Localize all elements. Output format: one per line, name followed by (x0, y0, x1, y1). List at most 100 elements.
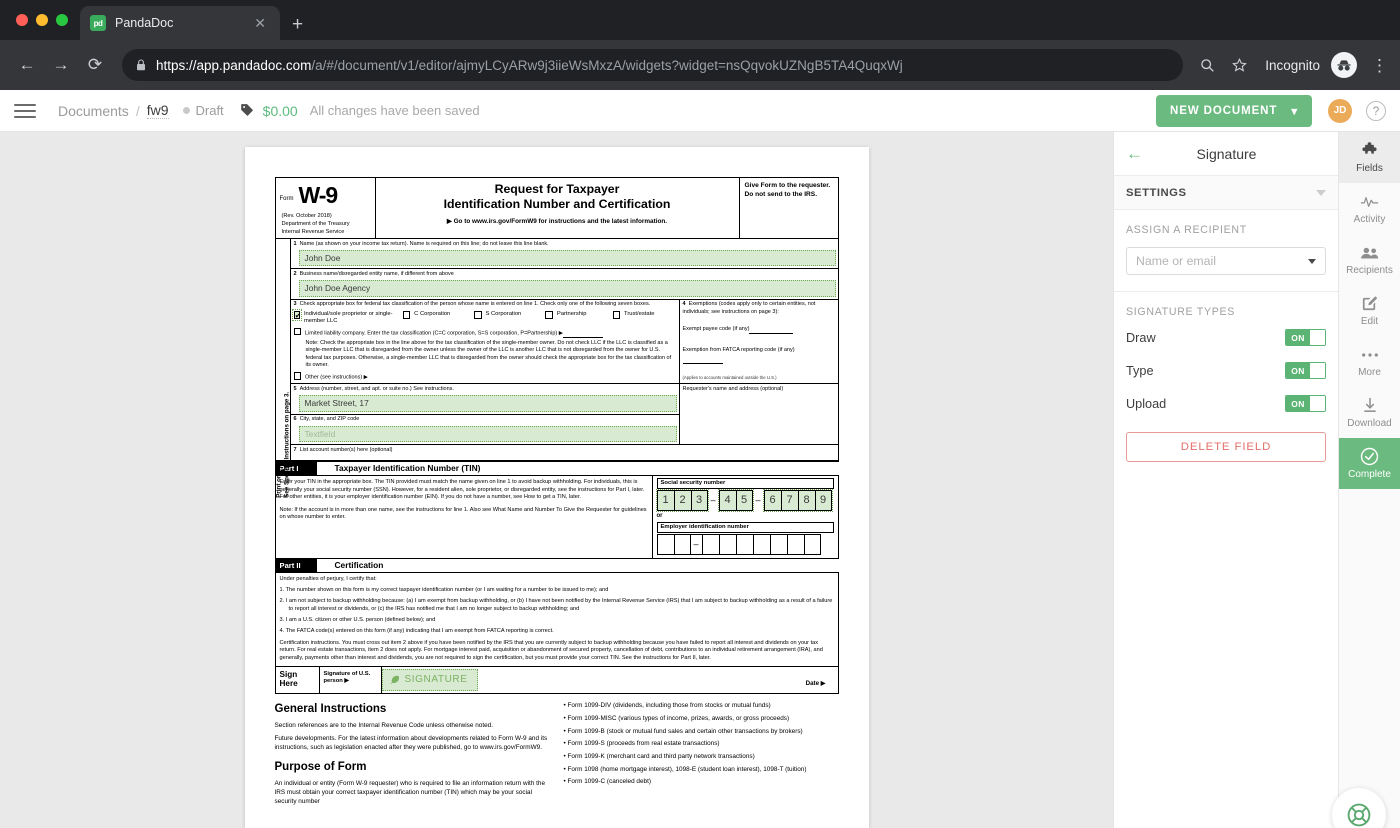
vertical-instructions: Print or type. See Specific Instructions … (275, 239, 291, 498)
rail-item-edit[interactable]: Edit (1339, 285, 1400, 336)
address-bar[interactable]: https://app.pandadoc.com/a/#/document/v1… (122, 49, 1184, 81)
search-icon[interactable] (1193, 51, 1221, 79)
new-document-button[interactable]: NEW DOCUMENT ▾ (1156, 94, 1312, 127)
ein-digit-2[interactable] (701, 534, 719, 556)
ein-digit-1[interactable] (673, 534, 691, 556)
instructions-right-column: • Form 1099-DIV (dividends, including th… (564, 701, 839, 810)
ein-digit-6[interactable] (769, 534, 787, 556)
document-canvas[interactable]: Form W-9 (Rev. October 2018) Department o… (0, 132, 1113, 828)
bookmark-star-icon[interactable] (1225, 51, 1253, 79)
chevron-down-icon (1316, 189, 1326, 196)
ssn-digit-6[interactable]: 7 (780, 490, 798, 512)
ein-digit-3[interactable] (718, 534, 736, 556)
line-2-label: Business name/disregarded entity name, i… (299, 270, 454, 277)
browser-toolbar: ← → ⟳ https://app.pandadoc.com/a/#/docum… (0, 40, 1400, 90)
form-bullet-3: • Form 1099-S (proceeds from real estate… (563, 740, 720, 748)
sign-here-label: Sign Here (276, 666, 320, 694)
ssn-digit-8[interactable]: 9 (814, 490, 832, 512)
avatar[interactable]: JD (1328, 98, 1352, 123)
breadcrumb-documents[interactable]: Documents (58, 103, 129, 119)
certification-item-0: 1. The number shown on this form is my c… (279, 586, 609, 593)
close-icon[interactable]: ✕ (250, 14, 270, 32)
llc-note: Note: Check the appropriate box in the l… (305, 340, 672, 369)
incognito-avatar-icon[interactable] (1331, 52, 1357, 78)
rail-label-recipients: Recipients (1346, 265, 1393, 276)
ssn-digit-1[interactable]: 2 (673, 490, 691, 512)
rail-item-activity[interactable]: Activity (1339, 183, 1400, 234)
checkbox-limited-liability-company[interactable] (293, 327, 301, 336)
back-arrow-icon[interactable]: ← (1126, 145, 1143, 162)
toggle-row-upload: Upload ON (1126, 395, 1326, 412)
ein-digit-8[interactable] (803, 534, 821, 556)
ssn-digit-4[interactable]: 5 (735, 490, 753, 512)
close-window-button[interactable] (16, 14, 28, 26)
exempt-fatca-label: Exemption from FATCA reporting code (if … (682, 347, 795, 354)
ssn-input-grid[interactable]: 1 2 3 – 4 5 – 6 7 8 9 (655, 489, 834, 513)
new-tab-button[interactable]: + (292, 15, 303, 34)
signature-field-label: SIGNATURE (404, 673, 468, 685)
forward-icon[interactable]: → (46, 50, 76, 80)
reload-icon[interactable]: ⟳ (80, 50, 110, 80)
exempt-payee-label: Exempt payee code (if any) (682, 325, 750, 332)
rail-item-recipients[interactable]: Recipients (1339, 234, 1400, 285)
checkbox-c-corporation[interactable] (402, 311, 411, 319)
toggle-draw[interactable]: ON (1285, 329, 1326, 346)
breadcrumb-current-document[interactable]: fw9 (146, 102, 169, 119)
lock-icon (137, 59, 145, 71)
ssn-digit-2[interactable]: 3 (690, 490, 708, 512)
minimize-window-button[interactable] (36, 14, 48, 26)
maximize-window-button[interactable] (56, 14, 68, 26)
pencil-square-icon (1361, 294, 1378, 313)
checkbox-s-corporation[interactable] (474, 311, 482, 319)
recipient-select[interactable]: Name or email (1126, 247, 1326, 275)
header-actions: NEW DOCUMENT ▾ JD ? (1156, 94, 1386, 127)
line-3-label: Check appropriate box for federal tax cl… (299, 301, 651, 308)
rail-item-more[interactable]: More (1339, 336, 1400, 387)
ssn-digit-5[interactable]: 6 (763, 490, 781, 512)
form-title-line-2: Identification Number and Certification (443, 196, 671, 211)
ssn-digit-7[interactable]: 8 (797, 490, 815, 512)
toggle-type[interactable]: ON (1285, 362, 1326, 379)
name-field[interactable]: John Doe (298, 249, 836, 267)
browser-tab[interactable]: pd PandaDoc ✕ (80, 6, 280, 40)
city-state-zip-field[interactable]: Textfield (298, 425, 677, 443)
rail-item-complete[interactable]: Complete (1339, 438, 1400, 489)
checkbox-other[interactable] (293, 372, 301, 380)
toggle-state-type: ON (1286, 363, 1310, 378)
ein-digit-0[interactable] (656, 534, 674, 556)
rail-item-fields[interactable]: Fields (1339, 132, 1400, 183)
certification-body: Under penalties of perjury, I certify th… (274, 572, 839, 667)
rail-item-download[interactable]: Download (1339, 387, 1400, 438)
line-4-label: Exemptions (codes apply only to certain … (682, 301, 816, 316)
delete-field-button[interactable]: DELETE FIELD (1126, 432, 1326, 462)
checkbox-individual-sole-proprietor[interactable] (291, 309, 303, 321)
help-icon[interactable]: ? (1366, 100, 1386, 121)
browser-menu-icon[interactable]: ⋮ (1371, 57, 1388, 74)
checkbox-partnership[interactable] (545, 311, 553, 319)
business-name-field[interactable]: John Doe Agency (298, 280, 836, 297)
vertical-instructions-text: Print or type. See Specific Instructions … (274, 391, 290, 498)
address-field[interactable]: Market Street, 17 (298, 395, 677, 412)
hamburger-icon[interactable] (14, 103, 36, 118)
classification-label-3: Partnership (556, 311, 587, 318)
signature-field[interactable]: SIGNATURE (381, 668, 478, 692)
price-tag-icon[interactable] (240, 103, 254, 119)
part-2-title: Certification (334, 560, 384, 571)
ein-digit-7[interactable] (786, 534, 804, 556)
toggle-label-upload: Upload (1126, 396, 1167, 411)
checkbox-trust-estate[interactable] (612, 311, 621, 319)
form-number-block: Form W-9 (280, 181, 375, 210)
ssn-digit-0[interactable]: 1 (656, 490, 674, 512)
browser-tabstrip: pd PandaDoc ✕ + (0, 0, 1400, 40)
toggle-upload[interactable]: ON (1285, 395, 1326, 412)
classification-label-4: Trust/estate (624, 311, 655, 318)
back-icon[interactable]: ← (12, 50, 42, 80)
app-header: Documents / fw9 Draft $0.00 All changes … (0, 90, 1400, 132)
ein-digit-4[interactable] (735, 534, 753, 556)
settings-section-toggle[interactable]: SETTINGS (1114, 176, 1338, 210)
toggle-knob (1310, 396, 1325, 411)
ein-digit-5[interactable] (752, 534, 770, 556)
ssn-digit-3[interactable]: 4 (718, 490, 736, 512)
llc-label: Limited liability company. Enter the tax… (305, 330, 564, 337)
ein-input-grid[interactable]: – (656, 534, 834, 556)
